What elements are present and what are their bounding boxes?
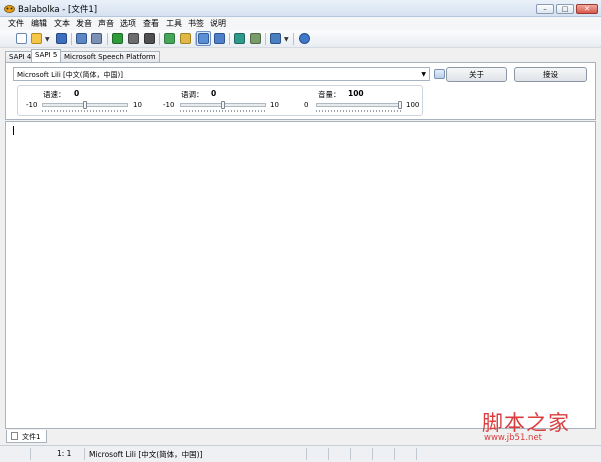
- tab-sapi5[interactable]: SAPI 5: [31, 49, 62, 62]
- menu-voice[interactable]: 声音: [98, 18, 114, 29]
- save-icon[interactable]: [56, 33, 67, 44]
- menu-tools[interactable]: 工具: [166, 18, 182, 29]
- window-title: Balabolka - [文件1]: [18, 5, 98, 15]
- clipboard-icon[interactable]: [214, 33, 225, 44]
- menu-view[interactable]: 查看: [143, 18, 159, 29]
- volume-label: 音量：: [318, 90, 341, 99]
- text-caret: [13, 126, 14, 135]
- volume-slider-track: [316, 103, 402, 107]
- rate-min: -10: [26, 101, 38, 109]
- stop-icon[interactable]: [144, 33, 155, 44]
- open-folder-icon[interactable]: [31, 33, 42, 44]
- toolbar-separator: [71, 33, 72, 45]
- status-divider: [350, 448, 351, 460]
- new-file-icon[interactable]: [16, 33, 27, 44]
- maximize-button[interactable]: □: [556, 4, 574, 14]
- help-icon[interactable]: [299, 33, 310, 44]
- volume-slider-ticks: [316, 110, 402, 112]
- play-icon[interactable]: [112, 33, 123, 44]
- rate-max: 10: [133, 101, 142, 109]
- volume-max: 100: [406, 101, 420, 109]
- menu-options[interactable]: 选项: [120, 18, 136, 29]
- chevron-down-icon: ▼: [421, 71, 426, 78]
- toolbar: ▼ ▼: [0, 30, 601, 48]
- menu-text[interactable]: 文本: [54, 18, 70, 29]
- view-mode-icon: [198, 33, 209, 44]
- status-divider: [394, 448, 395, 460]
- pitch-label: 语调：: [181, 90, 204, 99]
- volume-value: 100: [348, 89, 364, 98]
- close-button[interactable]: ✕: [576, 4, 598, 14]
- minimize-button[interactable]: –: [536, 4, 554, 14]
- pitch-slider[interactable]: [180, 101, 266, 114]
- rate-value: 0: [74, 89, 80, 98]
- menu-pronunciation[interactable]: 发音: [76, 18, 92, 29]
- pitch-slider-thumb[interactable]: [221, 101, 225, 109]
- status-bar: 1: 1 Microsoft Lili [中文(简体，中国)]: [0, 445, 601, 462]
- voice-dropdown[interactable]: Microsoft Lili [中文(简体，中国)] ▼: [13, 67, 430, 81]
- title-bar: Balabolka - [文件1] – □ ✕: [0, 0, 601, 17]
- pause-icon[interactable]: [128, 33, 139, 44]
- menu-bar: 文件 编辑 文本 发音 声音 选项 查看 工具 书签 说明: [0, 17, 601, 30]
- volume-slider-thumb[interactable]: [398, 101, 402, 109]
- volume-slider[interactable]: [316, 101, 402, 114]
- menu-file[interactable]: 文件: [8, 18, 24, 29]
- text-editor[interactable]: [5, 121, 596, 429]
- menu-help[interactable]: 说明: [210, 18, 226, 29]
- pitch-min: -10: [163, 101, 175, 109]
- about-button[interactable]: 关于: [446, 67, 507, 82]
- pitch-max: 10: [270, 101, 279, 109]
- status-divider: [328, 448, 329, 460]
- toolbar-separator: [229, 33, 230, 45]
- tab-speech-platform[interactable]: Microsoft Speech Platform: [60, 51, 160, 62]
- menu-bookmarks[interactable]: 书签: [188, 18, 204, 29]
- voice-selected-value: Microsoft Lili [中文(简体，中国)]: [17, 71, 123, 79]
- status-divider: [306, 448, 307, 460]
- print-icon[interactable]: [76, 33, 87, 44]
- speak-icon[interactable]: [270, 33, 281, 44]
- status-divider: [416, 448, 417, 460]
- rate-label: 语速：: [43, 90, 66, 99]
- status-divider: [372, 448, 373, 460]
- bookmark-icon[interactable]: [164, 33, 175, 44]
- voice-settings-panel: Microsoft Lili [中文(简体，中国)] ▼ 关于 接设 语速： 0…: [5, 62, 596, 120]
- dropdown-arrow-icon[interactable]: ▼: [284, 36, 289, 43]
- document-tab-label: 文件1: [22, 433, 41, 441]
- print-preview-icon[interactable]: [91, 33, 102, 44]
- watermark-url: www.jb51.net: [484, 433, 543, 443]
- engine-tabs: SAPI 4 SAPI 5 Microsoft Speech Platform: [0, 49, 601, 62]
- toolbar-separator: [159, 33, 160, 45]
- export-icon[interactable]: [250, 33, 261, 44]
- status-voice: Microsoft Lili [中文(简体，中国)]: [89, 450, 203, 459]
- status-divider: [84, 448, 85, 460]
- voice-refresh-button[interactable]: [434, 69, 445, 79]
- bookmark-next-icon[interactable]: [180, 33, 191, 44]
- document-tab[interactable]: 文件1: [6, 430, 47, 443]
- voice-settings-button[interactable]: 接设: [514, 67, 587, 82]
- volume-min: 0: [304, 101, 309, 109]
- app-logo-icon: [4, 5, 15, 13]
- rate-slider-ticks: [42, 110, 128, 112]
- toolbar-separator: [293, 33, 294, 45]
- pitch-value: 0: [211, 89, 217, 98]
- voice-params-group: 语速： 0 -10 10 语调： 0 -10 10 音量： 100 0 100: [17, 85, 423, 116]
- status-cursor-position: 1: 1: [57, 449, 72, 458]
- dropdown-arrow-icon[interactable]: ▼: [45, 36, 50, 43]
- rate-slider-thumb[interactable]: [83, 101, 87, 109]
- menu-edit[interactable]: 编辑: [31, 18, 47, 29]
- toolbar-separator: [107, 33, 108, 45]
- document-icon: [11, 432, 18, 440]
- toolbar-separator: [265, 33, 266, 45]
- refresh-icon[interactable]: [234, 33, 245, 44]
- status-divider: [30, 448, 31, 460]
- pitch-slider-ticks: [180, 110, 266, 112]
- rate-slider[interactable]: [42, 101, 128, 114]
